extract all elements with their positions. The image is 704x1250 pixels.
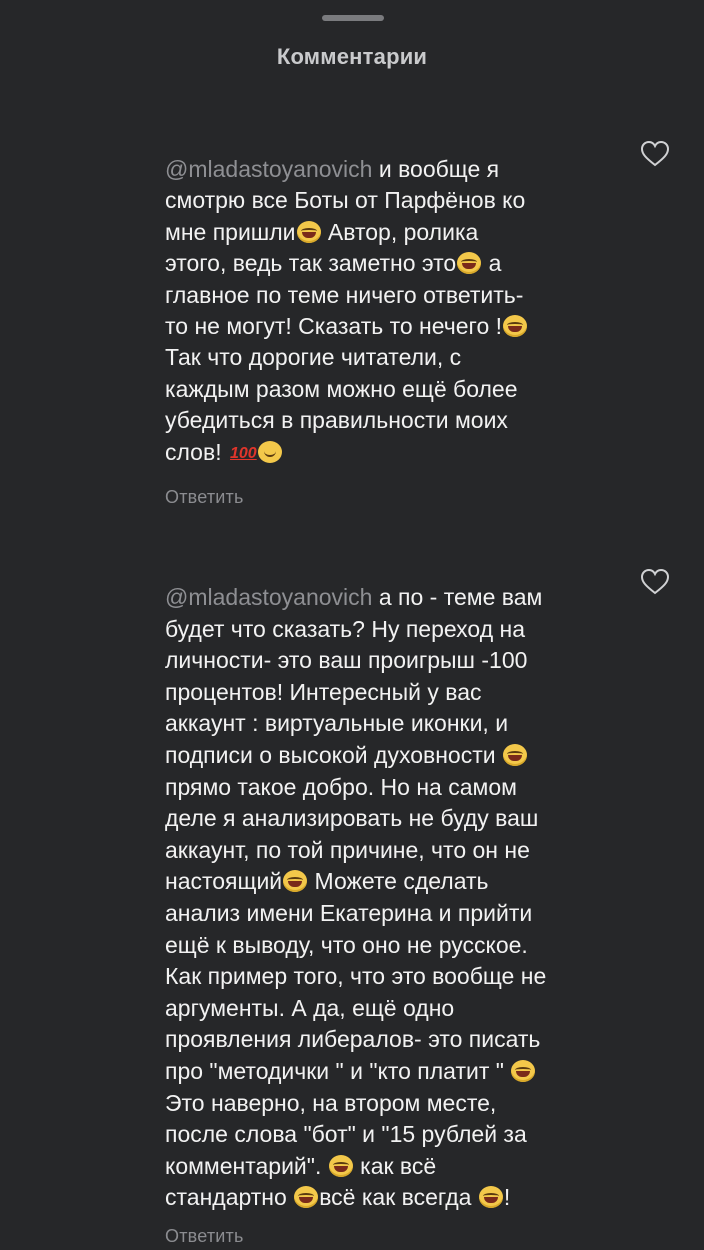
sheet-title: Комментарии [276,44,428,69]
hundred-points-emoji-icon: 100 [229,444,257,462]
comment-item: @mladastoyanovich а по - теме вам будет … [165,582,605,1247]
laughing-emoji-icon [503,315,528,338]
comment-item: @mladastoyanovich и вообще я смотрю все … [165,154,605,508]
laughing-emoji-icon [502,743,527,766]
laughing-emoji-icon [328,1154,353,1177]
sheet-drag-handle[interactable] [322,15,384,21]
laughing-emoji-icon [294,1186,319,1209]
laughing-emoji-icon [511,1059,536,1082]
heart-outline-icon[interactable] [640,140,670,168]
reply-button[interactable]: Ответить [165,487,605,508]
heart-outline-icon[interactable] [640,568,670,596]
reply-button[interactable]: Ответить [165,1226,605,1247]
smiling-emoji-icon [257,440,282,463]
laughing-emoji-icon [457,252,482,275]
comment-text: @mladastoyanovich и вообще я смотрю все … [165,154,605,469]
comment-text: @mladastoyanovich а по - теме вам будет … [165,584,547,1211]
laughing-emoji-icon [296,220,321,243]
comment-mention[interactable]: @mladastoyanovich [165,156,372,182]
laughing-emoji-icon [478,1186,503,1209]
laughing-emoji-icon [283,870,308,893]
comment-mention[interactable]: @mladastoyanovich [165,584,372,610]
